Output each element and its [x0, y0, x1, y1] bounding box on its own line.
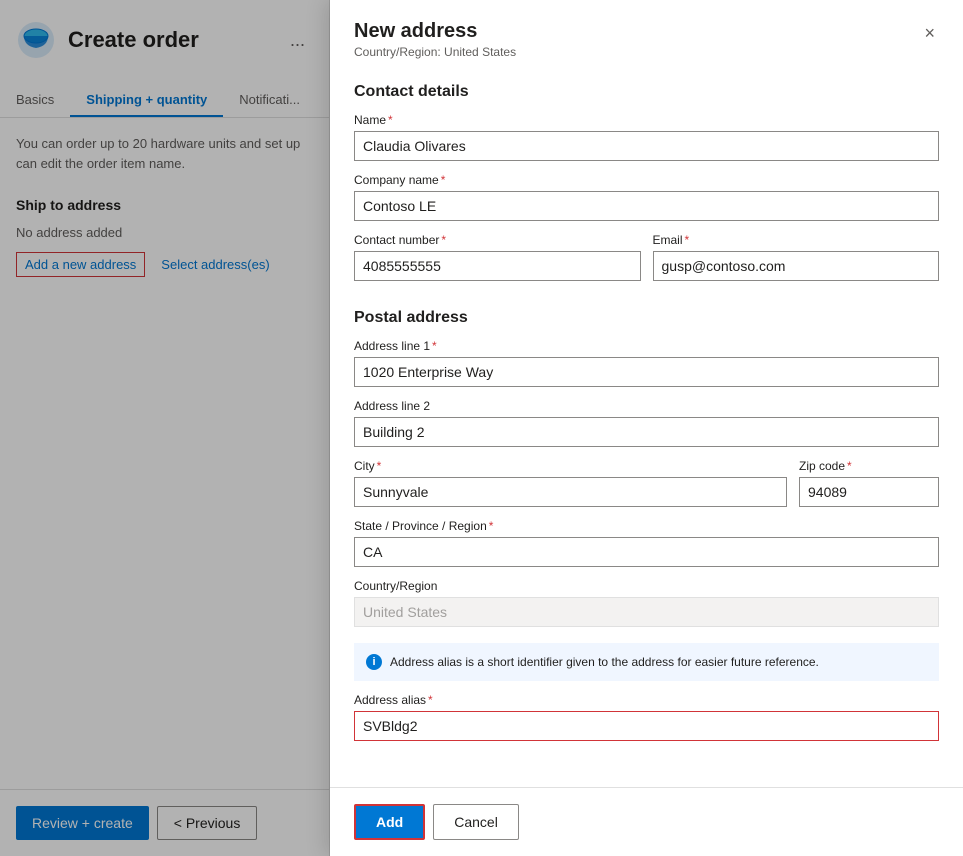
address-line1-field-group: Address line 1* — [354, 339, 939, 387]
modal-title: New address — [354, 20, 516, 43]
add-address-submit-button[interactable]: Add — [354, 804, 425, 840]
modal-footer: Add Cancel — [330, 787, 963, 856]
address-alias-input[interactable] — [354, 711, 939, 741]
modal-body: Contact details Name* Company name* Cont… — [330, 67, 963, 787]
contact-field-group: Contact number* — [354, 233, 641, 281]
address-line1-input[interactable] — [354, 357, 939, 387]
state-field-group: State / Province / Region* — [354, 519, 939, 567]
state-input[interactable] — [354, 537, 939, 567]
alias-label: Address alias* — [354, 693, 939, 707]
state-label: State / Province / Region* — [354, 519, 939, 533]
address-line2-field-group: Address line 2 — [354, 399, 939, 447]
email-input[interactable] — [653, 251, 940, 281]
new-address-panel: New address Country/Region: United State… — [330, 0, 963, 856]
country-label: Country/Region — [354, 579, 939, 593]
city-zip-row: City* Zip code* — [354, 459, 939, 519]
country-field-group: Country/Region — [354, 579, 939, 627]
address-line2-label: Address line 2 — [354, 399, 939, 413]
alias-field-group: Address alias* — [354, 693, 939, 741]
email-field-group: Email* — [653, 233, 940, 281]
city-input[interactable] — [354, 477, 787, 507]
contact-email-row: Contact number* Email* — [354, 233, 939, 293]
close-modal-button[interactable]: × — [920, 20, 939, 46]
contact-label: Contact number* — [354, 233, 641, 247]
company-label: Company name* — [354, 173, 939, 187]
zip-field-group: Zip code* — [799, 459, 939, 507]
city-field-group: City* — [354, 459, 787, 507]
info-box: i Address alias is a short identifier gi… — [354, 643, 939, 681]
cancel-button[interactable]: Cancel — [433, 804, 519, 840]
modal-subtitle: Country/Region: United States — [354, 45, 516, 59]
modal-title-group: New address Country/Region: United State… — [354, 20, 516, 59]
city-label: City* — [354, 459, 787, 473]
address-line1-label: Address line 1* — [354, 339, 939, 353]
contact-input[interactable] — [354, 251, 641, 281]
name-field-group: Name* — [354, 113, 939, 161]
address-line2-input[interactable] — [354, 417, 939, 447]
info-text: Address alias is a short identifier give… — [390, 653, 819, 671]
name-input[interactable] — [354, 131, 939, 161]
country-input — [354, 597, 939, 627]
name-label: Name* — [354, 113, 939, 127]
postal-section-heading: Postal address — [354, 309, 939, 327]
zip-input[interactable] — [799, 477, 939, 507]
email-label: Email* — [653, 233, 940, 247]
company-field-group: Company name* — [354, 173, 939, 221]
contact-section-heading: Contact details — [354, 83, 939, 101]
modal-header: New address Country/Region: United State… — [330, 0, 963, 67]
info-icon: i — [366, 654, 382, 670]
company-input[interactable] — [354, 191, 939, 221]
zip-label: Zip code* — [799, 459, 939, 473]
